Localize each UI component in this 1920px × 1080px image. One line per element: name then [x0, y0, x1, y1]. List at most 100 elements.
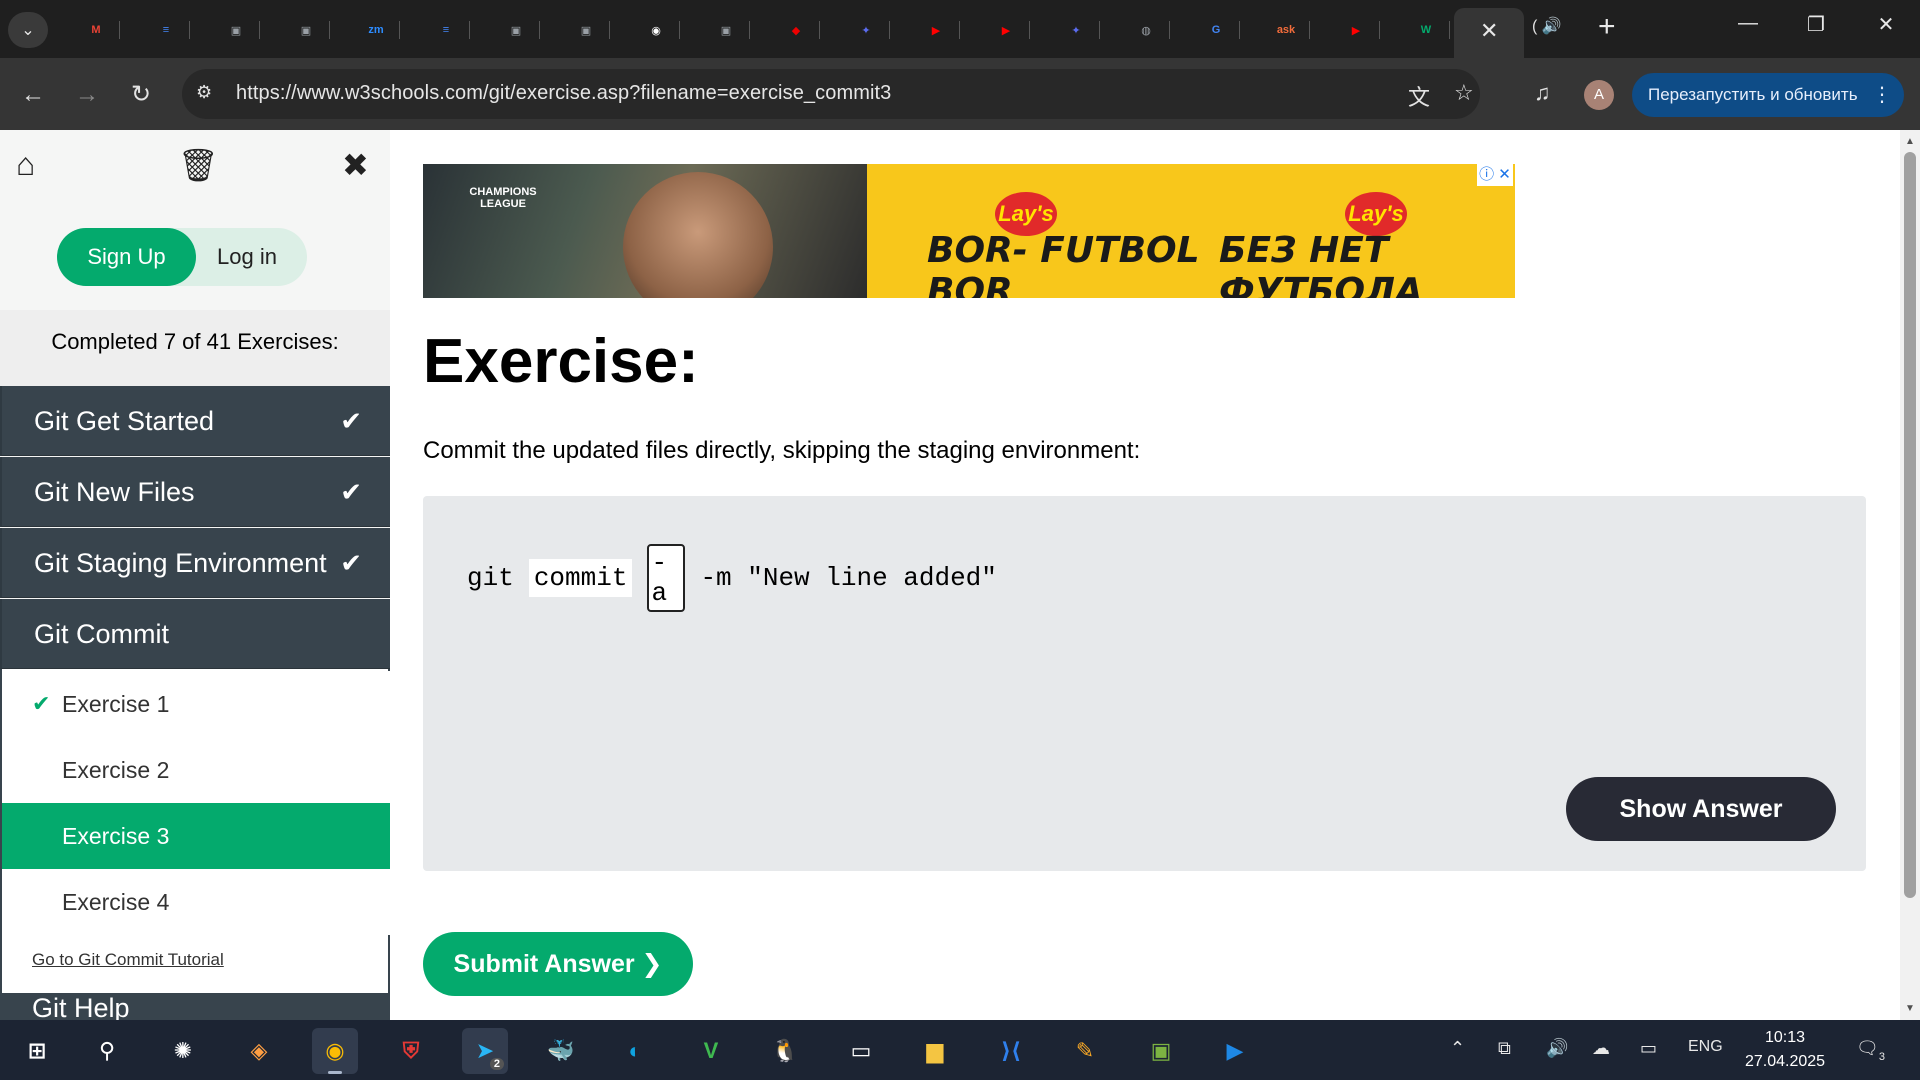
exercise-4-link[interactable]: Exercise 4 — [2, 869, 390, 935]
scroll-up-icon[interactable]: ▲ — [1904, 136, 1916, 147]
browser-tab-strip: ⌄ M ≡ ▣ ▣ zm ≡ ▣ ▣ ◉ ▣ ◆ ✦ ▶ ▶ ✦ ◍ Gask ▶ W ✕ ( 🔊 + — ❐ ✕ — [0, 0, 1920, 58]
browser-tab[interactable]: G — [1192, 14, 1240, 46]
answer-input[interactable]: -a — [647, 544, 686, 612]
url-text[interactable]: https://www.w3schools.com/git/exercise.a… — [236, 82, 891, 105]
browser-menu-icon[interactable]: ⋮ — [1872, 73, 1892, 117]
tab-separator — [259, 21, 260, 39]
reload-icon[interactable]: ↻ — [124, 78, 158, 112]
browser-tab[interactable]: ▶ — [912, 14, 960, 46]
file-explorer-icon[interactable]: ▆ — [912, 1028, 958, 1074]
close-tab-icon[interactable]: ✕ — [1480, 18, 1498, 44]
section-git-new-files[interactable]: Git New Files ✔ — [0, 457, 390, 527]
language-indicator[interactable]: ENG — [1688, 1038, 1723, 1056]
browser-tab[interactable]: ▣ — [282, 14, 330, 46]
search-icon[interactable]: ⚲ — [84, 1028, 130, 1074]
docker-icon[interactable]: 🐳 — [538, 1028, 584, 1074]
browser-tab[interactable]: ▣ — [702, 14, 750, 46]
start-windows-icon[interactable]: ⊞ — [14, 1028, 60, 1074]
browser-tab[interactable]: ▶ — [982, 14, 1030, 46]
browser-tab[interactable]: ✦ — [1052, 14, 1100, 46]
scrollbar-thumb[interactable] — [1904, 152, 1916, 898]
media-player-icon[interactable]: ▶ — [1212, 1028, 1258, 1074]
tutorial-link[interactable]: Go to Git Commit Tutorial — [32, 950, 224, 970]
browser-tab[interactable]: W — [1402, 14, 1450, 46]
browser-tab[interactable]: ▶ — [1332, 14, 1380, 46]
browser-tab[interactable]: ≡ — [142, 14, 190, 46]
browser-tab[interactable]: ◉ — [632, 14, 680, 46]
section-git-get-started[interactable]: Git Get Started ✔ — [0, 386, 390, 456]
browser-tab[interactable]: ◆ — [772, 14, 820, 46]
active-tab[interactable]: ✕ — [1454, 8, 1524, 58]
ad-banner[interactable]: CHAMPIONS LEAGUE Lay's BOR- FUTBOL BOR L… — [423, 164, 1515, 298]
address-bar[interactable]: ⚙ https://www.w3schools.com/git/exercise… — [182, 69, 1480, 119]
exercise-description: Commit the updated files directly, skipp… — [423, 437, 1141, 464]
edge-icon[interactable]: ◐ — [612, 1028, 658, 1074]
penguin-app-icon[interactable]: 🐧 — [762, 1028, 808, 1074]
tray-device-icon[interactable]: ⧉ — [1498, 1038, 1511, 1059]
tab-separator — [1239, 21, 1240, 39]
log-in-button[interactable]: Log in — [217, 228, 277, 286]
browser-tab[interactable]: ▣ — [562, 14, 610, 46]
notifications-icon[interactable]: 🗨3 — [1856, 1038, 1885, 1063]
window-close-icon[interactable]: ✕ — [1866, 12, 1906, 37]
trash-icon[interactable]: 🗑 — [178, 146, 219, 184]
code-line: git commit -a -m "New line added" — [467, 544, 997, 612]
home-icon[interactable]: ⌂ — [16, 146, 35, 183]
submit-answer-button[interactable]: Submit Answer ❯ — [423, 932, 693, 996]
tab-search-button[interactable]: ⌄ — [8, 12, 48, 48]
show-answer-button[interactable]: Show Answer — [1566, 777, 1836, 841]
bookmark-star-icon[interactable]: ☆ — [1454, 80, 1474, 106]
browser-tab[interactable]: zm — [352, 14, 400, 46]
terminal-icon[interactable]: ▭ — [838, 1028, 884, 1074]
restore-icon[interactable]: ❐ — [1796, 12, 1836, 37]
section-git-commit[interactable]: Git Commit — [0, 599, 390, 669]
chrome-icon[interactable]: ◉ — [312, 1028, 358, 1074]
relaunch-update-button[interactable]: Перезапустить и обновить ⋮ — [1632, 73, 1904, 117]
profile-avatar[interactable]: A — [1584, 80, 1614, 110]
sign-up-button[interactable]: Sign Up — [57, 228, 196, 286]
site-info-icon[interactable]: ⚙ — [196, 82, 222, 106]
browser-tab[interactable]: ✦ — [842, 14, 890, 46]
onedrive-icon[interactable]: ☁ — [1592, 1038, 1610, 1059]
vscode-icon[interactable]: ⟩⟨ — [988, 1028, 1034, 1074]
audio-tab-speaker-icon[interactable]: ( 🔊 — [1532, 16, 1562, 36]
section-next-partial[interactable]: Git Help — [0, 993, 390, 1020]
browser-tab[interactable]: M — [72, 14, 120, 46]
browser-tab[interactable]: ≡ — [422, 14, 470, 46]
telegram-icon[interactable]: ➤ 2 — [462, 1028, 508, 1074]
battery-icon[interactable]: ▭ — [1640, 1038, 1657, 1059]
volume-icon[interactable]: 🔊 — [1546, 1038, 1568, 1059]
powershell-icon[interactable]: ▣ — [1138, 1028, 1184, 1074]
exercise-3-link[interactable]: Exercise 3 — [2, 803, 390, 869]
security-app-icon[interactable]: ⛨ — [388, 1028, 434, 1074]
exercise-label: Exercise 4 — [62, 889, 170, 915]
close-icon[interactable]: ✖ — [342, 146, 369, 184]
forward-icon[interactable]: → — [70, 78, 104, 112]
x64dbg-icon[interactable]: ✎ — [1062, 1028, 1108, 1074]
copilot-icon[interactable]: ◈ — [236, 1028, 282, 1074]
vsc-alt-icon[interactable]: V — [688, 1028, 734, 1074]
tray-expand-icon[interactable]: ⌃ — [1450, 1038, 1465, 1059]
windows-taskbar: ⊞ ⚲ ✺ ◈ ◉ ⛨ ➤ 2 🐳 ◐ V 🐧 ▭ ▆ ⟩⟨ ✎ ▣ ▶ ⌃ ⧉ … — [0, 1020, 1920, 1080]
exercise-1-link[interactable]: ✔ Exercise 1 — [2, 671, 390, 737]
clock[interactable]: 10:13 27.04.2025 — [1740, 1026, 1830, 1074]
browser-tab[interactable]: ▣ — [492, 14, 540, 46]
auth-pill: Sign Up Log in — [57, 228, 307, 286]
browser-tab[interactable]: ◍ — [1122, 14, 1170, 46]
scroll-down-icon[interactable]: ▼ — [1904, 1003, 1916, 1014]
new-tab-button[interactable]: + — [1598, 10, 1616, 44]
back-icon[interactable]: ← — [16, 78, 50, 112]
browser-tab[interactable]: ask — [1262, 14, 1310, 46]
clock-time: 10:13 — [1764, 1029, 1806, 1046]
section-git-staging-environment[interactable]: Git Staging Environment ✔ — [0, 528, 390, 598]
minimize-icon[interactable]: — — [1728, 12, 1768, 35]
page-scrollbar[interactable]: ▲ ▼ — [1900, 130, 1920, 1020]
ad-slogan-right: БЕЗ НЕТ ФУТБОЛА — [1219, 230, 1423, 298]
adchoices-close-icon[interactable]: ⓘ ✕ — [1477, 164, 1513, 186]
exercise-2-link[interactable]: Exercise 2 — [2, 737, 390, 803]
telegram-badge: 2 — [489, 1058, 504, 1070]
media-controls-icon[interactable]: ♫ — [1534, 80, 1551, 106]
browser-tab[interactable]: ▣ — [212, 14, 260, 46]
translate-icon[interactable]: 文 — [1408, 80, 1430, 112]
chatgpt-icon[interactable]: ✺ — [160, 1028, 206, 1074]
